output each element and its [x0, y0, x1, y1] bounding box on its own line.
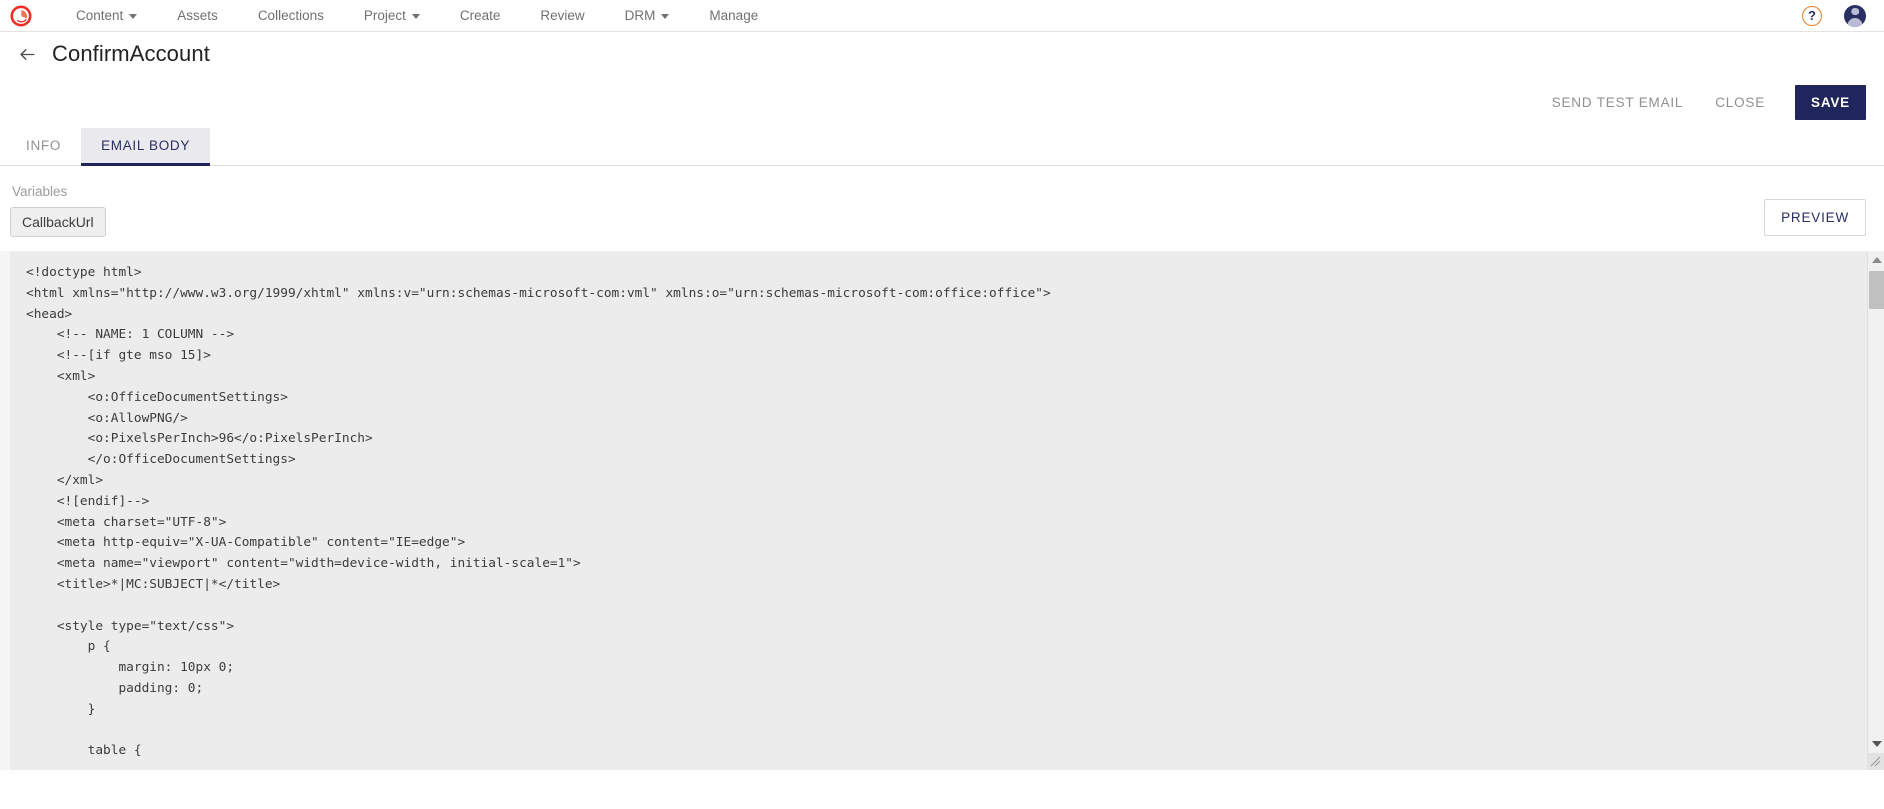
nav-item-drm[interactable]: DRM [605, 0, 690, 32]
triangle-up-glyph [1871, 256, 1882, 263]
nav-item-label: Create [459, 7, 501, 23]
scroll-up-arrow-icon[interactable] [1868, 251, 1884, 268]
variables-label: Variables [12, 184, 68, 199]
chevron-down-icon [411, 14, 420, 19]
scroll-down-arrow-icon[interactable] [1868, 735, 1884, 752]
page-header: ConfirmAccount [0, 32, 1884, 76]
code-editor-content[interactable]: <!doctype html> <html xmlns="http://www.… [18, 263, 1884, 762]
scrollbar-thumb[interactable] [1869, 271, 1884, 309]
nav-item-review[interactable]: Review [520, 0, 604, 32]
variables-left: Variables CallbackUrl [10, 184, 1764, 237]
nav-item-label: Assets [177, 7, 218, 23]
question-mark-circle-icon[interactable]: ? [1802, 5, 1822, 26]
send-test-email-button[interactable]: SEND TEST EMAIL [1536, 87, 1700, 118]
close-button[interactable]: CLOSE [1699, 87, 1781, 118]
nav-right-group: ? [1802, 4, 1866, 27]
nav-items: Content Assets Collections Project Creat… [56, 0, 778, 32]
help-label: ? [1808, 8, 1816, 23]
top-navigation-bar: Content Assets Collections Project Creat… [0, 0, 1884, 32]
variables-section: Variables CallbackUrl PREVIEW [0, 166, 1884, 237]
nav-item-label: Collections [257, 7, 324, 23]
logo-icon[interactable] [8, 3, 34, 29]
tab-bar: INFO EMAIL BODY [0, 128, 1884, 166]
triangle-down-glyph [1871, 740, 1882, 747]
nav-item-label: Manage [709, 7, 759, 23]
nav-item-label: Project [363, 7, 406, 23]
code-editor-wrapper: <!doctype html> <html xmlns="http://www.… [0, 251, 1884, 770]
preview-button[interactable]: PREVIEW [1764, 199, 1866, 236]
nav-item-assets[interactable]: Assets [157, 0, 238, 32]
nav-item-collections[interactable]: Collections [238, 0, 344, 32]
save-button[interactable]: SAVE [1795, 84, 1866, 120]
nav-item-label: DRM [624, 7, 656, 23]
action-bar: SEND TEST EMAIL CLOSE SAVE [0, 76, 1884, 128]
arrow-left-icon[interactable] [14, 41, 40, 67]
tab-email-body[interactable]: EMAIL BODY [81, 128, 211, 166]
nav-item-create[interactable]: Create [440, 0, 521, 32]
code-editor[interactable]: <!doctype html> <html xmlns="http://www.… [10, 251, 1884, 770]
nav-item-content[interactable]: Content [56, 0, 157, 32]
nav-item-manage[interactable]: Manage [689, 0, 778, 32]
user-avatar-icon[interactable] [1844, 4, 1866, 27]
nav-item-project[interactable]: Project [344, 0, 440, 32]
variable-chip-callbackurl[interactable]: CallbackUrl [10, 207, 106, 237]
chevron-down-icon [661, 14, 670, 19]
nav-item-label: Review [540, 7, 585, 23]
nav-item-label: Content [76, 7, 124, 23]
chevron-down-icon [129, 14, 138, 19]
resize-grip-icon[interactable] [1867, 753, 1884, 770]
tab-info[interactable]: INFO [6, 128, 81, 166]
editor-vertical-scrollbar[interactable] [1867, 251, 1884, 770]
page-title: ConfirmAccount [52, 41, 210, 66]
variables-right: PREVIEW [1764, 199, 1866, 237]
